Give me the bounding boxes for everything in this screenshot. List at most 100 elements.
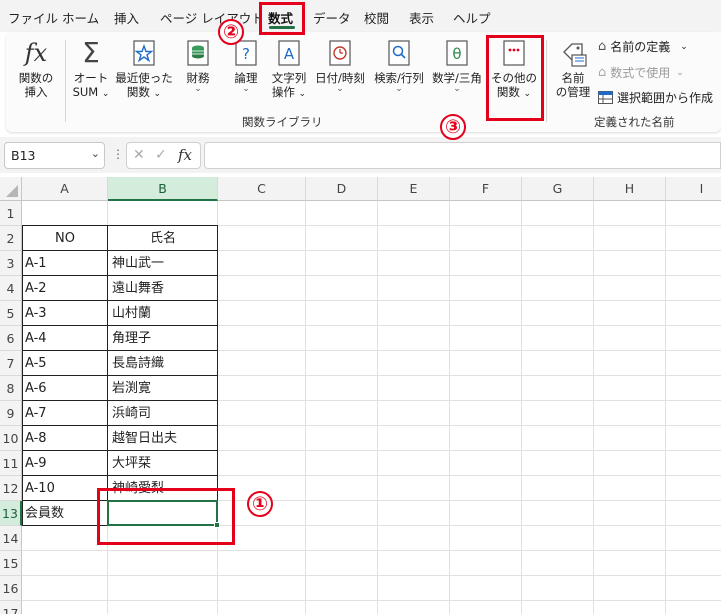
tab-data[interactable]: データ [313,8,351,27]
more-options-icon[interactable]: ⋮ [112,147,124,161]
column-header-d[interactable]: D [306,177,378,201]
chevron-down-icon: ⌄ [336,84,344,94]
tab-home[interactable]: ホーム [62,8,99,27]
enter-icon[interactable]: ✓ [155,147,167,163]
math-trig-button[interactable]: θ 数学/三角 ⌄ [428,38,486,94]
cell-name[interactable]: 岩渕寛 [112,376,216,401]
column-header-f[interactable]: F [450,177,522,201]
create-from-selection-button[interactable]: 選択範囲から作成 [598,89,713,106]
cell-name[interactable]: 角理子 [112,326,216,351]
cell-no[interactable]: A-6 [25,376,107,401]
select-all-corner[interactable] [0,177,22,201]
row-header-7[interactable]: 7 [0,351,22,376]
text-a-icon: A [278,40,300,66]
financial-button[interactable]: 財務 ⌄ [178,38,218,94]
autosum-button[interactable]: Σ オート SUM ⌄ [68,38,114,101]
tab-help[interactable]: ヘルプ [453,8,491,27]
cell-no[interactable]: A-3 [25,301,107,326]
name-manager-button[interactable]: 名前 の管理 [549,38,597,99]
cell-no[interactable]: A-5 [25,351,107,376]
cell-no[interactable]: A-9 [25,451,107,476]
tab-insert[interactable]: 挿入 [114,8,139,27]
cell-name[interactable]: 遠山舞香 [112,276,216,301]
tab-view[interactable]: 表示 [409,8,434,27]
worksheet-grid[interactable]: A B C D E F G H I 1 2 3 4 5 6 7 8 9 10 11 12 13 14 15 16 17 NO 氏名 A-… [0,177,721,614]
recent-label-1: 最近使った [115,71,173,85]
tab-page-layout[interactable]: ページ レイアウト [160,8,264,27]
autosum-label-1: オート [73,71,109,85]
row-header-5[interactable]: 5 [0,301,22,326]
row-header-8[interactable]: 8 [0,376,22,401]
row-header-11[interactable]: 11 [0,451,22,476]
highlight-formulas-tab [259,2,305,35]
formula-bar: B13 ⌄ ⋮ ✕ ✓ fx [0,137,721,173]
text-functions-button[interactable]: A 文字列 操作 ⌄ [264,38,314,101]
coins-icon [187,40,209,66]
cell-no[interactable]: A-2 [25,276,107,301]
financial-label: 財務 [186,71,210,85]
group-divider [546,40,547,122]
row-header-2[interactable]: 2 [0,226,22,251]
total-label-cell[interactable]: 会員数 [25,501,107,526]
chevron-down-icon: ⌄ [676,67,684,78]
lookup-button[interactable]: 検索/行列 ⌄ [368,38,430,94]
column-header-h[interactable]: H [594,177,666,201]
gridline-row [22,550,721,551]
column-header-a[interactable]: A [22,177,108,201]
column-header-g[interactable]: G [522,177,594,201]
tag-icon: ⌂ [598,39,607,54]
formula-input[interactable] [204,142,721,169]
row-header-12[interactable]: 12 [0,476,22,501]
fx-icon[interactable]: fx [178,146,192,164]
cell-name[interactable]: 山村蘭 [112,301,216,326]
row-header-17[interactable]: 17 [0,601,22,614]
define-name-label: 名前の定義 [610,40,671,54]
cancel-icon[interactable]: ✕ [133,147,145,163]
row-header-15[interactable]: 15 [0,551,22,576]
gridline-column [449,201,450,614]
logical-button[interactable]: ? 論理 ⌄ [226,38,266,94]
row-header-9[interactable]: 9 [0,401,22,426]
gridline-column [305,201,306,614]
cell-name[interactable]: 越智日出夫 [112,426,216,451]
cell-no[interactable]: A-7 [25,401,107,426]
define-name-button[interactable]: ⌂ 名前の定義 ⌄ [598,38,688,55]
recent-functions-button[interactable]: 最近使った 関数 ⌄ [114,38,174,101]
autosum-label-2: SUM [72,85,99,99]
cell-no[interactable]: A-4 [25,326,107,351]
cell-name[interactable]: 浜崎司 [112,401,216,426]
group-label-function-library: 関数ライブラリ [242,115,323,129]
step-3-marker: ③ [440,114,466,140]
cell-no[interactable]: A-8 [25,426,107,451]
chevron-down-icon: ⌄ [101,89,110,99]
tab-review[interactable]: 校閲 [364,8,389,27]
chevron-down-icon: ⌄ [680,41,688,52]
row-header-6[interactable]: 6 [0,326,22,351]
use-in-formula-button[interactable]: ⌂ 数式で使用 ⌄ [598,64,684,81]
cell-no[interactable]: A-1 [25,251,107,276]
row-header-13[interactable]: 13 [0,501,22,526]
cell-name[interactable]: 神山武一 [112,251,216,276]
cell-name[interactable]: 大坪栞 [112,451,216,476]
datetime-button[interactable]: 日付/時刻 ⌄ [308,38,372,94]
cell-no[interactable]: A-10 [25,476,107,501]
row-header-16[interactable]: 16 [0,576,22,601]
row-header-4[interactable]: 4 [0,276,22,301]
column-header-e[interactable]: E [378,177,450,201]
column-header-i[interactable]: I [666,177,721,201]
gridline-column [377,201,378,614]
cell-name[interactable]: 長島詩織 [112,351,216,376]
tab-file[interactable]: ファイル [8,8,58,27]
name-box[interactable]: B13 ⌄ [4,142,105,169]
clock-icon [329,40,351,66]
column-header-b[interactable]: B [108,177,218,201]
row-header-1[interactable]: 1 [0,201,22,226]
chevron-down-icon[interactable]: ⌄ [91,147,100,160]
column-header-c[interactable]: C [218,177,306,201]
formula-controls: ✕ ✓ fx [126,142,201,169]
row-header-10[interactable]: 10 [0,426,22,451]
row-header-3[interactable]: 3 [0,251,22,276]
insert-function-button[interactable]: fx 関数の 挿入 [12,38,60,99]
chevron-down-icon: ⌄ [298,89,307,99]
row-header-14[interactable]: 14 [0,526,22,551]
